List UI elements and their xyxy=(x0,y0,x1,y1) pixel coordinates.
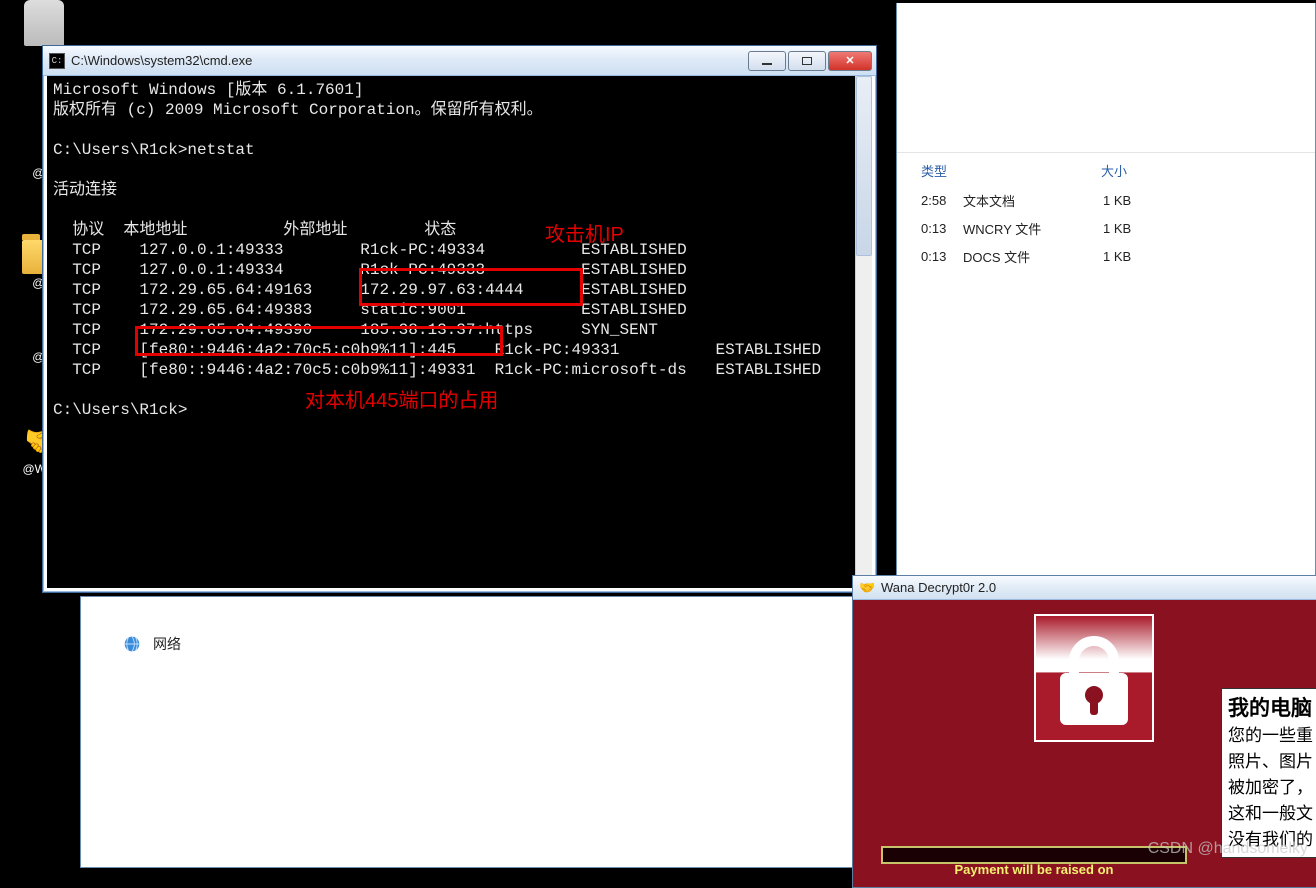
watermark: CSDN @handsomelky xyxy=(1148,840,1308,858)
recycle-bin-icon[interactable] xyxy=(14,0,74,46)
file-size: 1 KB xyxy=(1103,193,1131,208)
table-row[interactable]: 0:13 DOCS 文件 1 KB xyxy=(921,242,1315,270)
file-size: 1 KB xyxy=(1103,249,1131,264)
table-row[interactable]: 0:13 WNCRY 文件 1 KB xyxy=(921,214,1315,242)
annotation-port445-label: 对本机445端口的占用 xyxy=(305,384,498,413)
cmd-icon: C: xyxy=(49,53,65,69)
wana-titlebar[interactable]: 🤝 Wana Decrypt0r 2.0 xyxy=(853,576,1316,600)
cmd-output: Microsoft Windows [版本 6.1.7601] 版权所有 (c)… xyxy=(53,80,850,420)
network-icon xyxy=(121,633,143,655)
wana-title: Wana Decrypt0r 2.0 xyxy=(881,580,996,595)
minimize-button[interactable] xyxy=(748,51,786,71)
lock-icon xyxy=(1034,614,1154,742)
close-button[interactable]: ✕ xyxy=(828,51,872,71)
column-size[interactable]: 大小 xyxy=(1101,161,1127,180)
file-size: 1 KB xyxy=(1103,221,1131,236)
file-type: 文本文档 xyxy=(963,191,1103,210)
cmd-body: ▲ ▼ Microsoft Windows [版本 6.1.7601] 版权所有… xyxy=(47,76,872,588)
explorer-rows: 2:58 文本文档 1 KB 0:13 WNCRY 文件 1 KB 0:13 D… xyxy=(897,186,1315,270)
explorer-window[interactable]: 类型 大小 2:58 文本文档 1 KB 0:13 WNCRY 文件 1 KB … xyxy=(896,3,1316,603)
wana-panel-line: 被加密了， xyxy=(1228,775,1316,801)
cmd-window[interactable]: C: C:\Windows\system32\cmd.exe ✕ ▲ ▼ Mic… xyxy=(42,45,877,593)
cmd-scrollbar[interactable]: ▲ ▼ xyxy=(855,76,872,588)
cmd-title: C:\Windows\system32\cmd.exe xyxy=(71,53,748,68)
network-label[interactable]: 网络 xyxy=(153,634,181,654)
wana-panel-line: 照片、图片 xyxy=(1228,749,1316,775)
wana-icon: 🤝 xyxy=(859,580,875,596)
wana-panel-heading: 我的电脑 xyxy=(1228,695,1316,721)
file-time: 2:58 xyxy=(921,193,959,208)
desktop: @W @W @W @Wana 类型 大小 2:58 文本文档 1 KB 0:13… xyxy=(0,0,1316,868)
wana-panel-line: 您的一些重 xyxy=(1228,723,1316,749)
annotation-attacker-ip-box xyxy=(359,268,583,306)
column-type[interactable]: 类型 xyxy=(921,161,1101,180)
wana-text-panel: 我的电脑 您的一些重 照片、图片 被加密了， 这和一般文 没有我们的 xyxy=(1221,688,1316,858)
file-time: 0:13 xyxy=(921,249,959,264)
cmd-titlebar[interactable]: C: C:\Windows\system32\cmd.exe ✕ xyxy=(43,46,876,76)
annotation-attacker-ip-label: 攻击机IP xyxy=(545,218,624,247)
file-time: 0:13 xyxy=(921,221,959,236)
wana-body: 我的电脑 您的一些重 照片、图片 被加密了， 这和一般文 没有我们的 Payme… xyxy=(853,600,1316,742)
wana-payment-text: Payment will be raised on xyxy=(955,862,1114,877)
file-type: DOCS 文件 xyxy=(963,247,1103,266)
file-type: WNCRY 文件 xyxy=(963,219,1103,238)
maximize-button[interactable] xyxy=(788,51,826,71)
scroll-thumb[interactable] xyxy=(856,76,872,256)
wana-panel-line: 这和一般文 xyxy=(1228,801,1316,827)
explorer-column-headers: 类型 大小 xyxy=(897,153,1315,186)
annotation-port445-box xyxy=(135,326,503,356)
table-row[interactable]: 2:58 文本文档 1 KB xyxy=(921,186,1315,214)
wana-payment-bar: Payment will be raised on xyxy=(881,846,1187,864)
